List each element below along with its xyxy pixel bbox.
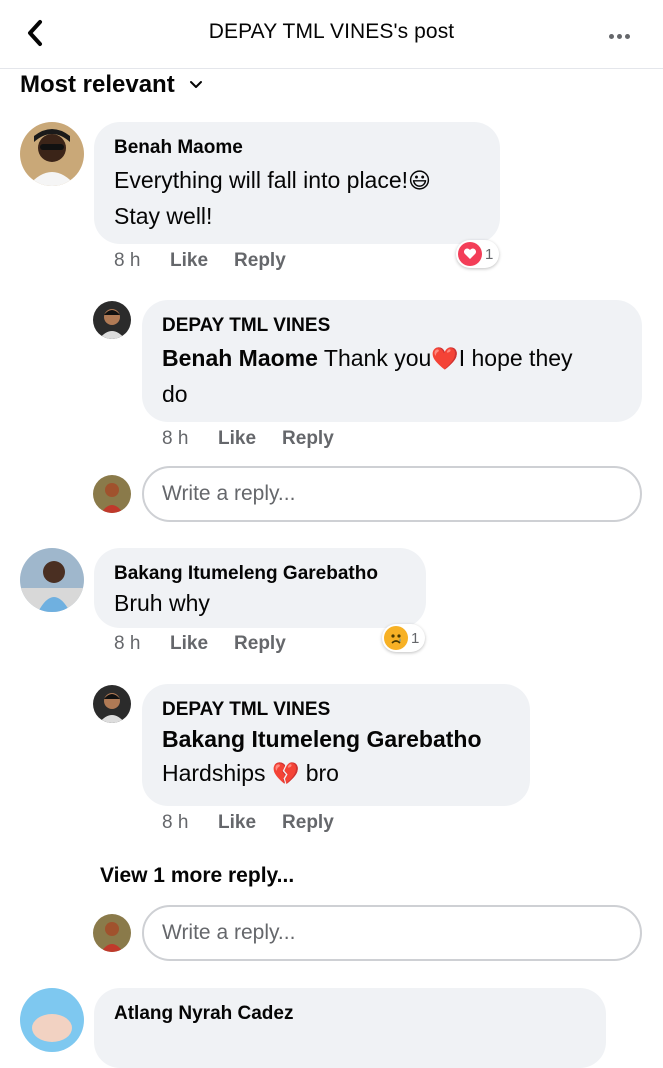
comment-author[interactable]: Benah Maome <box>114 136 480 160</box>
comment-text: Bruh why <box>114 590 210 616</box>
comment-bubble: Bakang Itumeleng Garebatho Bruh why <box>94 548 426 628</box>
comment-author[interactable]: Atlang Nyrah Cadez <box>114 1002 586 1026</box>
top-bar: DEPAY TML VINES's post <box>0 0 663 69</box>
comment-time: 8 h <box>114 250 141 271</box>
comment-meta: 8 h Like Reply <box>114 633 312 655</box>
current-user-avatar <box>93 914 131 952</box>
reply-button[interactable]: Reply <box>282 812 334 834</box>
reply-text-part: Hardships <box>162 760 272 786</box>
reaction-count[interactable]: 1 <box>456 240 500 268</box>
view-more-replies-link[interactable]: View 1 more reply... <box>100 864 294 888</box>
sad-reaction-icon <box>384 626 408 650</box>
heart-emoji: ❤️ <box>431 347 459 372</box>
reply-author[interactable]: DEPAY TML VINES <box>162 698 510 722</box>
avatar-depay-tml-vines[interactable] <box>93 301 131 339</box>
reply-text: Benah Maome Thank you❤️I hope they do <box>162 341 622 411</box>
mention-link[interactable]: Benah Maome <box>162 345 318 371</box>
broken-heart-emoji: 💔 <box>271 762 300 787</box>
page-title: DEPAY TML VINES's post <box>208 20 455 43</box>
reply-text-part: do <box>162 381 188 407</box>
like-button[interactable]: Like <box>218 428 256 450</box>
reaction-count-text: 1 <box>411 629 420 647</box>
like-button[interactable]: Like <box>170 633 208 655</box>
smiley-emoji: 😃 <box>408 169 431 194</box>
comment-bubble: Atlang Nyrah Cadez <box>94 988 606 1068</box>
comment-bubble: Benah Maome Everything will fall into pl… <box>94 122 500 244</box>
reply-meta: 8 h Like Reply <box>162 428 360 450</box>
reply-button[interactable]: Reply <box>282 428 334 450</box>
write-reply-placeholder: Write a reply... <box>162 921 296 944</box>
reply-button[interactable]: Reply <box>234 633 286 655</box>
chevron-down-icon <box>189 81 202 88</box>
mention-link[interactable]: Bakang Itumeleng Garebatho <box>162 726 482 752</box>
comment-text: Everything will fall into place!😃 Stay w… <box>114 163 480 233</box>
reply-text-part: bro <box>299 760 339 786</box>
sort-dropdown[interactable]: Most relevant <box>20 70 203 100</box>
reply-button[interactable]: Reply <box>234 250 286 272</box>
reply-time: 8 h <box>162 428 189 449</box>
comment-author[interactable]: Bakang Itumeleng Garebatho <box>114 562 406 586</box>
reply-bubble: DEPAY TML VINES Benah Maome Thank you❤️I… <box>142 300 642 422</box>
current-user-avatar <box>93 475 131 513</box>
sort-label: Most relevant <box>20 71 175 98</box>
reply-time: 8 h <box>162 812 189 833</box>
write-reply-input[interactable]: Write a reply... <box>142 466 642 522</box>
reply-author[interactable]: DEPAY TML VINES <box>162 314 622 338</box>
write-reply-input[interactable]: Write a reply... <box>142 905 642 961</box>
comment-text-line: Everything will fall into place! <box>114 167 409 193</box>
more-dots-icon[interactable] <box>609 26 637 39</box>
avatar-bakang-garebatho[interactable] <box>20 548 84 612</box>
like-button[interactable]: Like <box>218 812 256 834</box>
avatar-depay-tml-vines[interactable] <box>93 685 131 723</box>
comment-text-line: Stay well! <box>114 203 213 229</box>
comment-meta: 8 h Like Reply <box>114 250 312 272</box>
comment-time: 8 h <box>114 633 141 654</box>
reply-bubble: DEPAY TML VINES Bakang Itumeleng Garebat… <box>142 684 530 806</box>
write-reply-placeholder: Write a reply... <box>162 482 296 505</box>
reaction-count-text: 1 <box>485 245 494 263</box>
reply-text-part: I hope they <box>458 345 573 371</box>
reply-text: Bakang Itumeleng Garebatho Hardships 💔 b… <box>162 722 510 792</box>
reply-meta: 8 h Like Reply <box>162 812 360 834</box>
love-reaction-icon <box>458 242 482 266</box>
reply-text-part: Thank you <box>317 345 432 371</box>
avatar-atlang-nyrah-cadez[interactable] <box>20 988 84 1052</box>
avatar-benah-maome[interactable] <box>20 122 84 186</box>
reaction-count[interactable]: 1 <box>382 624 426 652</box>
like-button[interactable]: Like <box>170 250 208 272</box>
